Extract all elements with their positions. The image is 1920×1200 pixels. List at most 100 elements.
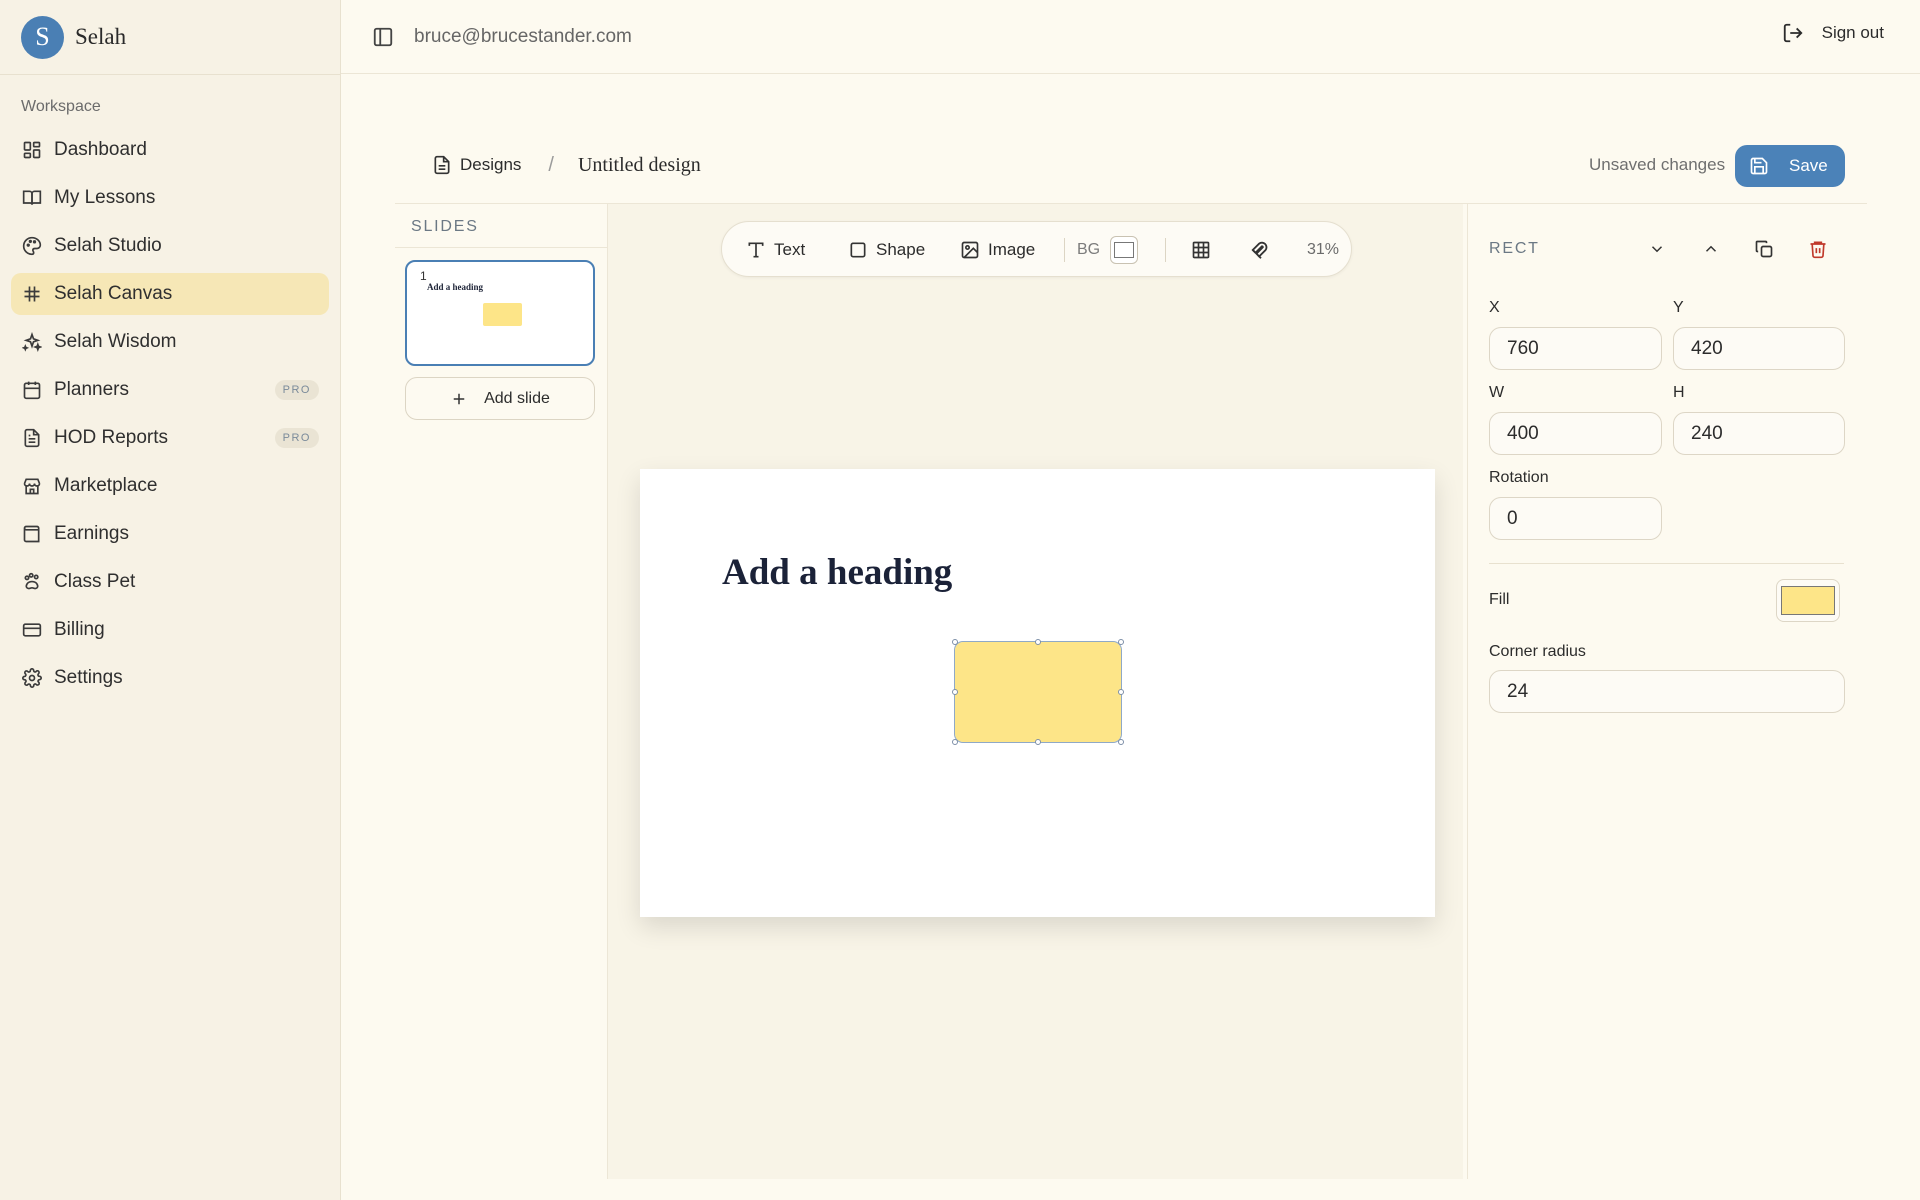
add-shape-button[interactable]: Shape <box>848 222 925 278</box>
book-icon <box>21 187 43 209</box>
workspace-label: Workspace <box>21 98 101 115</box>
store-icon <box>21 475 43 497</box>
pro-badge: PRO <box>274 380 319 400</box>
resize-handle[interactable] <box>1118 689 1124 695</box>
resize-handle[interactable] <box>1035 639 1041 645</box>
sidebar-item-billing[interactable]: Billing <box>11 609 329 651</box>
zoom-level[interactable]: 31% <box>1307 222 1339 278</box>
fill-color-swatch[interactable] <box>1776 579 1840 622</box>
breadcrumb-designs-link[interactable]: Designs <box>432 155 521 175</box>
x-label: X <box>1489 299 1500 316</box>
sidebar-item-class-pet[interactable]: Class Pet <box>11 561 329 603</box>
brand[interactable]: S Selah <box>0 0 340 75</box>
document-icon <box>432 155 452 175</box>
trash-icon <box>1810 241 1826 259</box>
background-color-control[interactable]: BG <box>1077 222 1139 278</box>
sidebar-item-label: Settings <box>54 667 123 688</box>
sign-out-button[interactable]: Sign out <box>1782 22 1884 44</box>
sidebar-item-selah-wisdom[interactable]: Selah Wisdom <box>11 321 329 363</box>
x-input[interactable]: 760 <box>1489 327 1662 370</box>
delete-button[interactable] <box>1806 237 1830 261</box>
divider <box>1489 563 1844 564</box>
sidebar-item-label: My Lessons <box>54 187 156 208</box>
save-label: Save <box>1789 156 1828 175</box>
save-button[interactable]: Save <box>1735 145 1845 187</box>
duplicate-button[interactable] <box>1752 237 1776 261</box>
sidebar-item-hod-reports[interactable]: HOD Reports PRO <box>11 417 329 459</box>
bg-color-swatch[interactable] <box>1110 236 1139 264</box>
sidebar-item-planners[interactable]: Planners PRO <box>11 369 329 411</box>
add-image-button[interactable]: Image <box>960 222 1035 278</box>
sidebar-item-label: Selah Studio <box>54 235 162 256</box>
log-out-icon <box>1782 22 1804 44</box>
resize-handle[interactable] <box>952 739 958 745</box>
sidebar-item-label: Dashboard <box>54 139 147 160</box>
width-input[interactable]: 400 <box>1489 412 1662 455</box>
sidebar-item-dashboard[interactable]: Dashboard <box>11 129 329 171</box>
sidebar-item-marketplace[interactable]: Marketplace <box>11 465 329 507</box>
add-slide-button[interactable]: Add slide <box>405 377 595 420</box>
add-text-button[interactable]: Text <box>746 222 805 278</box>
h-label: H <box>1673 384 1685 401</box>
resize-handle[interactable] <box>952 689 958 695</box>
image-tool-label: Image <box>988 240 1036 259</box>
move-down-button[interactable] <box>1645 237 1669 261</box>
snap-toggle-button[interactable] <box>1250 222 1272 278</box>
dashboard-icon <box>21 139 43 161</box>
breadcrumb-designs-label: Designs <box>460 155 522 174</box>
magnet-icon <box>1250 239 1272 261</box>
text-tool-label: Text <box>774 240 806 259</box>
user-email: bruce@brucestander.com <box>414 25 632 47</box>
sparkles-icon <box>21 331 43 353</box>
top-bar: bruce@brucestander.com Sign out <box>341 0 1920 74</box>
resize-handle[interactable] <box>1035 739 1041 745</box>
slide-canvas[interactable]: Add a heading <box>640 469 1435 917</box>
calendar-icon <box>21 379 43 401</box>
sidebar-item-selah-studio[interactable]: Selah Studio <box>11 225 329 267</box>
breadcrumb: Designs / Untitled design <box>432 150 701 180</box>
y-input[interactable]: 420 <box>1673 327 1845 370</box>
sidebar-item-my-lessons[interactable]: My Lessons <box>11 177 329 219</box>
sidebar-item-earnings[interactable]: Earnings <box>11 513 329 555</box>
toolbar-divider <box>1064 238 1065 262</box>
toolbar-divider <box>1165 238 1166 262</box>
corner-radius-input[interactable]: 24 <box>1489 670 1845 713</box>
pro-badge: PRO <box>274 428 319 448</box>
add-slide-label: Add slide <box>484 389 550 407</box>
breadcrumb-separator: / <box>548 153 554 176</box>
y-label: Y <box>1673 299 1684 316</box>
design-title[interactable]: Untitled design <box>578 154 701 177</box>
sidebar-item-label: Planners <box>54 379 129 400</box>
properties-panel: RECT X 760 Y 420 W 400 H 240 Rotation 0 … <box>1467 204 1867 1179</box>
divider <box>395 247 608 248</box>
chevron-down-icon <box>1651 246 1663 253</box>
resize-handle[interactable] <box>1118 639 1124 645</box>
gear-icon <box>21 667 43 689</box>
thumbnail-rect <box>483 303 522 326</box>
shape-tool-label: Shape <box>876 240 926 259</box>
chevron-up-icon <box>1705 245 1717 252</box>
sidebar-item-label: Selah Canvas <box>54 283 173 304</box>
selected-rectangle[interactable] <box>954 641 1122 743</box>
slide-heading-text[interactable]: Add a heading <box>722 551 952 594</box>
grid-toggle-button[interactable] <box>1191 222 1211 278</box>
wallet-icon <box>21 523 43 545</box>
w-label: W <box>1489 384 1505 401</box>
sidebar-toggle-button[interactable] <box>368 22 398 52</box>
resize-handle[interactable] <box>952 639 958 645</box>
sidebar-item-settings[interactable]: Settings <box>11 657 329 699</box>
brand-logo: S <box>21 15 64 59</box>
copy-icon <box>1755 240 1773 258</box>
editor: SLIDES 1 Add a heading Add slide Text Sh… <box>395 203 1867 1179</box>
slide-thumbnail[interactable]: 1 Add a heading <box>405 260 595 366</box>
sidebar-item-label: Class Pet <box>54 571 136 592</box>
file-text-icon <box>21 427 43 449</box>
canvas-area[interactable]: Text Shape Image BG 31% Add a heading <box>608 204 1463 1179</box>
resize-handle[interactable] <box>1118 739 1124 745</box>
sidebar-item-selah-canvas[interactable]: Selah Canvas <box>11 273 329 315</box>
height-input[interactable]: 240 <box>1673 412 1845 455</box>
move-up-button[interactable] <box>1699 237 1723 261</box>
bg-label: BG <box>1077 241 1101 258</box>
rotation-input[interactable]: 0 <box>1489 497 1662 540</box>
square-icon <box>848 240 868 260</box>
